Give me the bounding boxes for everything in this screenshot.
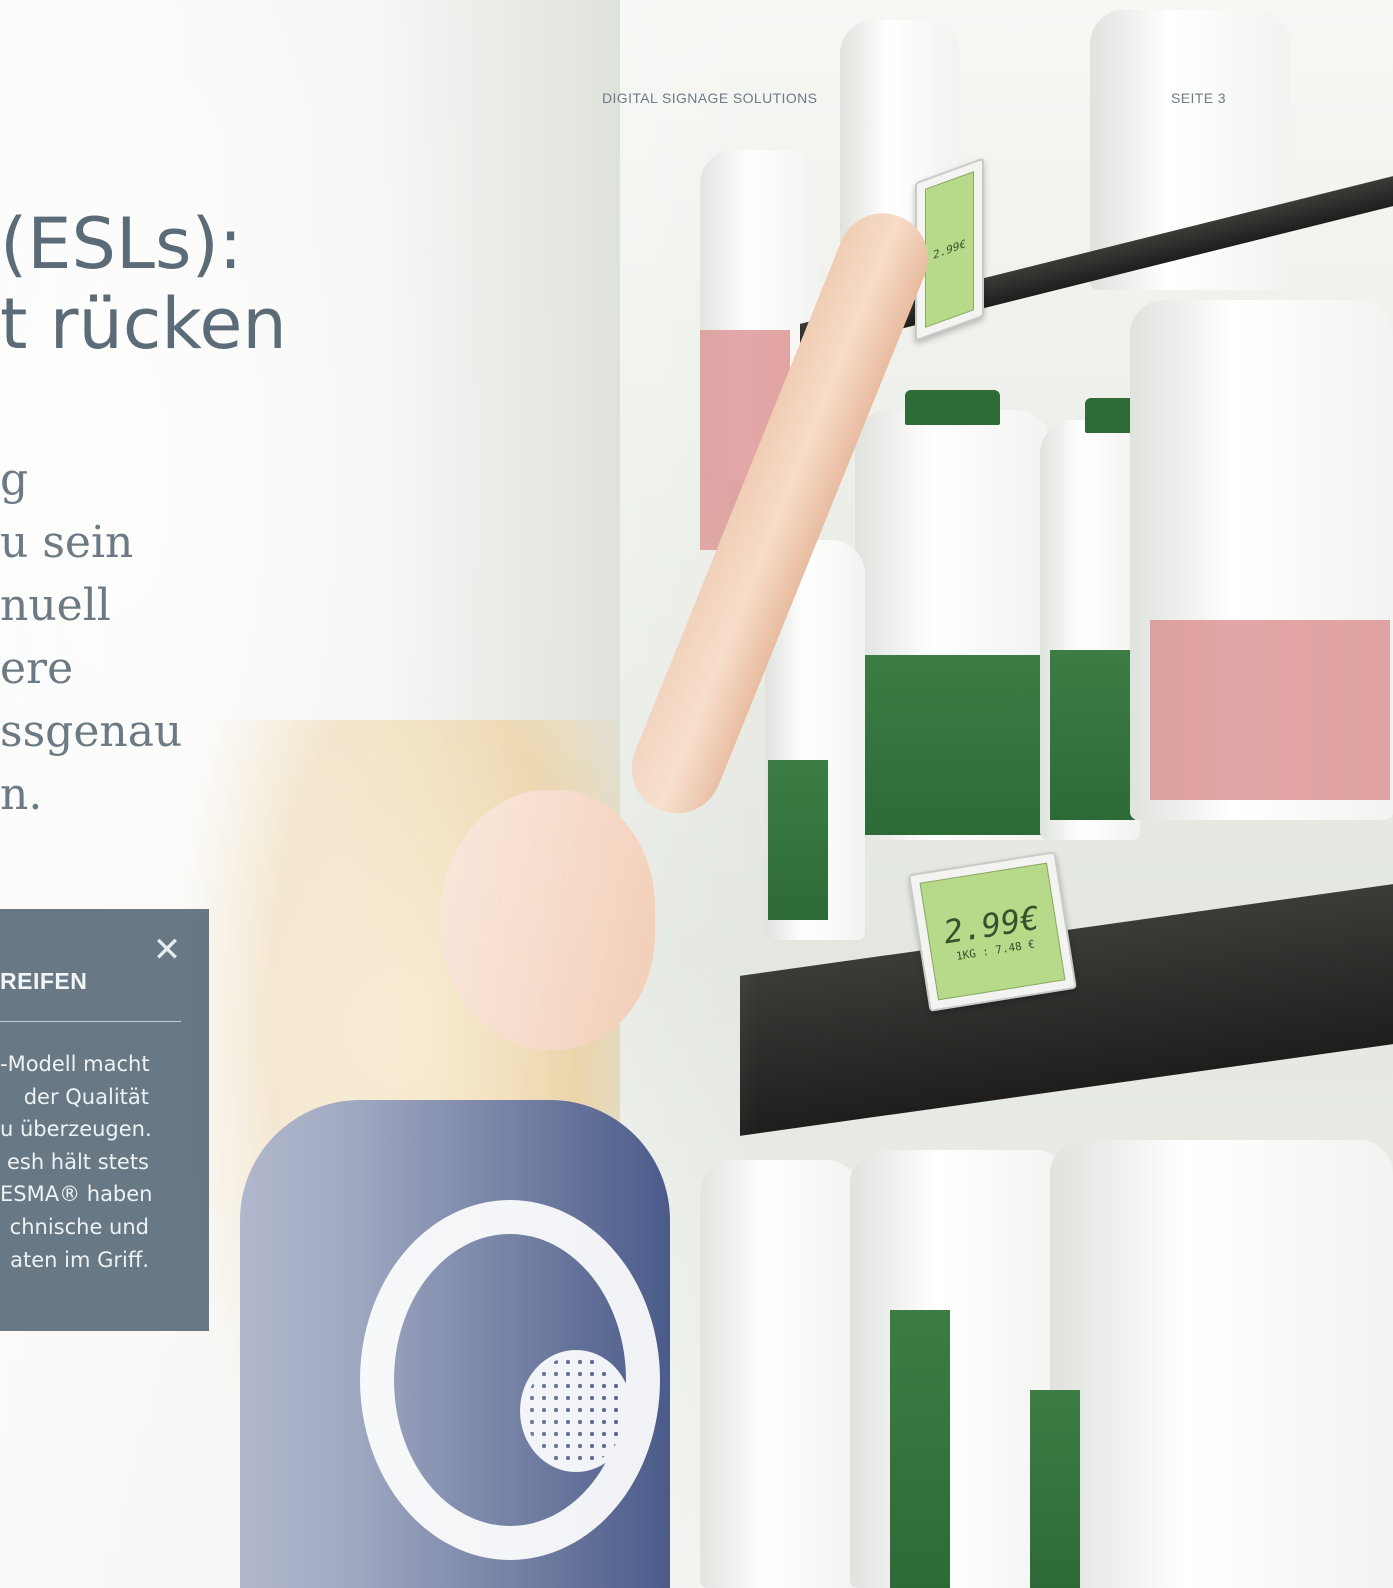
- esl-display: 2.99€: [925, 171, 974, 328]
- bottle-label: [1030, 1390, 1080, 1588]
- bottle-label: [1050, 650, 1135, 820]
- intro-line: n.: [0, 769, 43, 820]
- info-box-line: -Modell macht: [0, 1052, 150, 1076]
- bottle-cap: [905, 390, 1000, 425]
- bottle-label: [768, 760, 828, 920]
- info-box-text: -Modell macht der Qualität u überzeugen.…: [0, 1048, 209, 1276]
- section-label: DIGITAL SIGNAGE SOLUTIONS: [602, 90, 818, 106]
- page-number: SEITE 3: [1171, 90, 1226, 106]
- info-box-line: u überzeugen.: [0, 1117, 152, 1142]
- info-box-line: esh hält stets: [6, 1149, 149, 1174]
- intro-line: u sein: [0, 517, 134, 568]
- bottle-label: [890, 1310, 950, 1588]
- info-box-title: REIFEN: [0, 968, 88, 994]
- intro-line: g: [0, 454, 29, 505]
- headline-line: (ESLs):: [0, 203, 243, 285]
- headline: (ESLs): t rücken: [0, 204, 287, 364]
- esl-price: 2.99€: [932, 236, 967, 263]
- electronic-shelf-label: 2.99€ 1KG : 7.48 €: [908, 851, 1077, 1012]
- bottle-label: [1150, 620, 1390, 800]
- info-box-line: ESMA® haben: [0, 1182, 153, 1207]
- esl-display: 2.99€ 1KG : 7.48 €: [919, 862, 1066, 1001]
- intro-text: g u sein nuell ere ssgenau n.: [0, 448, 182, 826]
- bottle-label: [860, 655, 1048, 835]
- info-box-line: chnische und: [9, 1214, 149, 1239]
- intro-line: nuell: [0, 580, 111, 631]
- info-box-line: aten im Griff.: [10, 1247, 149, 1272]
- milk-bottle: [1050, 1140, 1393, 1588]
- intro-line: ssgenau: [0, 706, 183, 757]
- close-icon[interactable]: ✕: [152, 933, 182, 967]
- intro-line: ere: [0, 643, 74, 694]
- headline-line: t rücken: [0, 283, 287, 365]
- info-box-divider: [0, 1021, 181, 1022]
- info-box-line: der Qualität: [23, 1084, 149, 1109]
